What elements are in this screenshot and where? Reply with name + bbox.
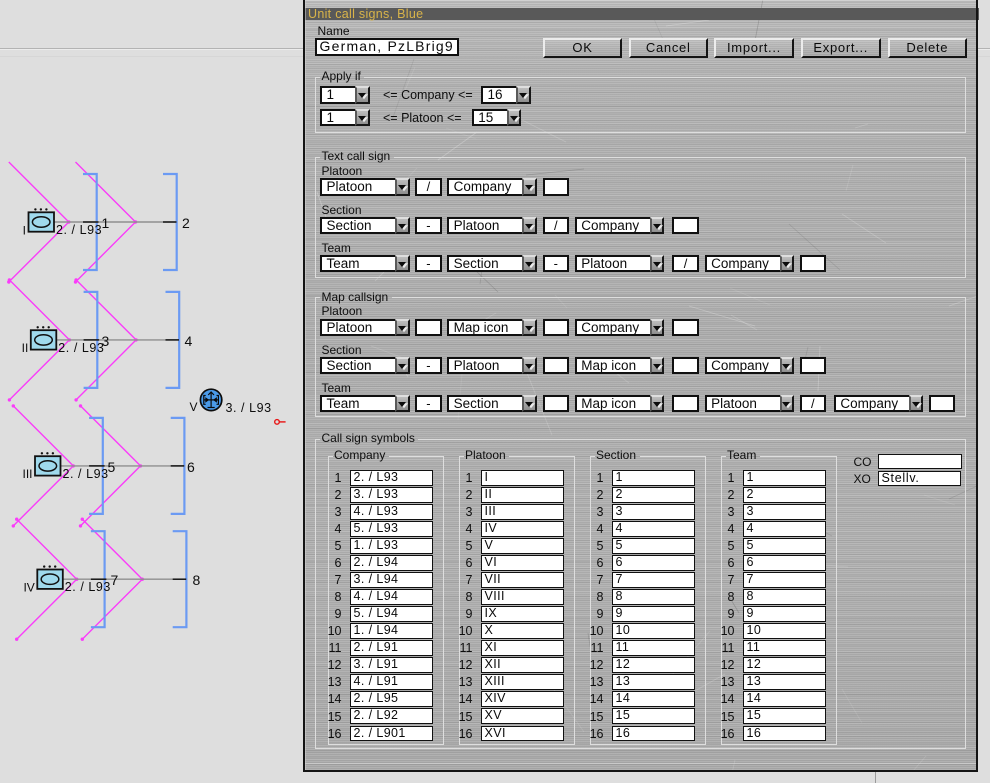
svg-text:1: 1 bbox=[102, 215, 110, 231]
svg-text:IV: IV bbox=[23, 581, 34, 595]
svg-text:8: 8 bbox=[193, 572, 201, 588]
svg-text:4: 4 bbox=[185, 333, 193, 349]
svg-text:2. / L93: 2. / L93 bbox=[56, 223, 102, 237]
svg-text:3: 3 bbox=[102, 333, 110, 349]
svg-text:5: 5 bbox=[108, 459, 116, 475]
svg-text:I: I bbox=[23, 223, 26, 237]
svg-text:3. / L93: 3. / L93 bbox=[226, 401, 272, 415]
svg-text:III: III bbox=[22, 467, 32, 481]
svg-text:2. / L93: 2. / L93 bbox=[63, 467, 109, 481]
svg-text:2: 2 bbox=[182, 215, 190, 231]
svg-text:6: 6 bbox=[187, 459, 195, 475]
svg-text:2. / L93: 2. / L93 bbox=[58, 341, 104, 355]
svg-text:7: 7 bbox=[111, 572, 119, 588]
svg-text:V: V bbox=[189, 400, 197, 414]
svg-text:II: II bbox=[22, 341, 29, 355]
svg-text:2. / L93: 2. / L93 bbox=[65, 580, 111, 594]
